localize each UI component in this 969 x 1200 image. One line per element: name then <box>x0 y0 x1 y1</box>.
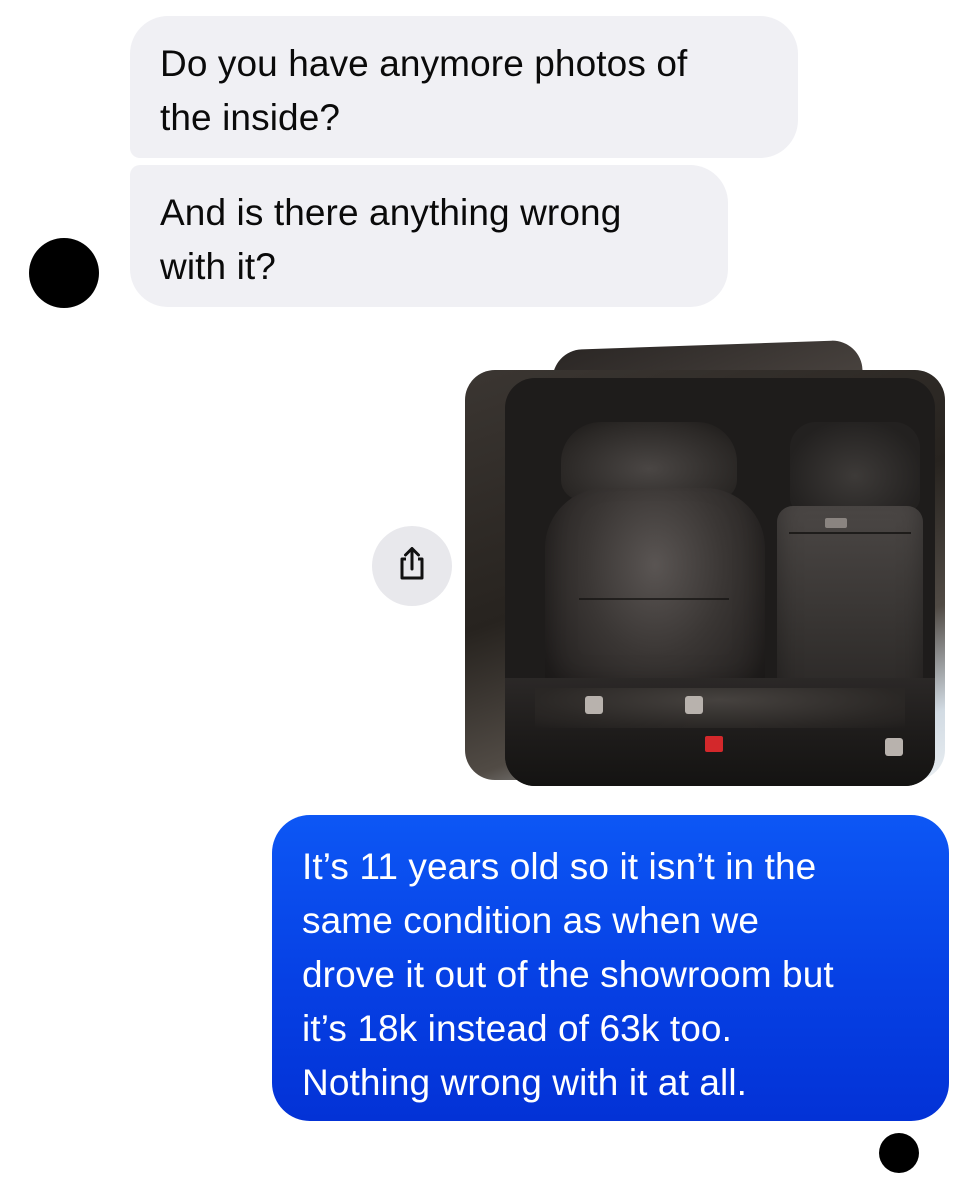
incoming-message-bubble[interactable]: And is there anything wrong with it? <box>130 165 728 307</box>
incoming-message-bubble[interactable]: Do you have anymore photos of the inside… <box>130 16 798 158</box>
sender-avatar[interactable] <box>29 238 99 308</box>
outgoing-message-bubble[interactable]: It’s 11 years old so it isn’t in the sam… <box>272 815 949 1121</box>
seat-cushion <box>505 678 935 786</box>
car-back-seat-photo[interactable] <box>505 378 935 786</box>
seat-buckle <box>585 696 603 714</box>
seat-latch <box>825 518 847 528</box>
headrest <box>790 422 920 512</box>
seat-back <box>545 488 765 708</box>
seat-buckle <box>885 738 903 756</box>
share-icon <box>397 546 427 586</box>
photo-attachment-stack[interactable] <box>465 339 955 790</box>
read-receipt-avatar <box>879 1133 919 1173</box>
seat-buckle <box>685 696 703 714</box>
share-button[interactable] <box>372 526 452 606</box>
seat-buckle <box>705 736 723 752</box>
